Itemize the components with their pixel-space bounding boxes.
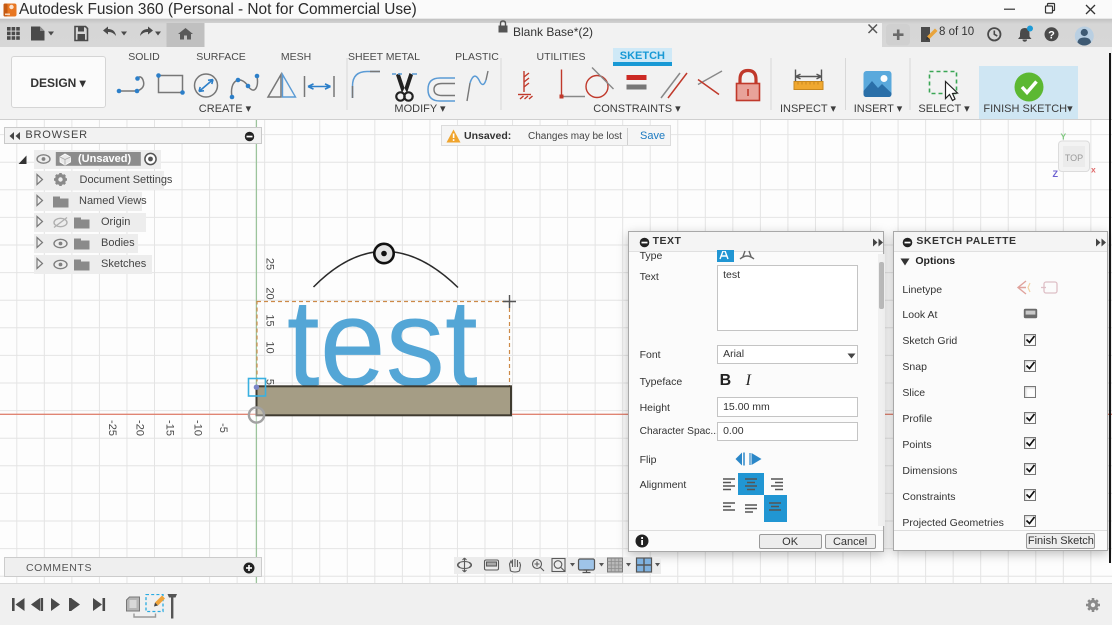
svg-text:Y: Y [1061, 132, 1067, 142]
svg-text:5: 5 [264, 379, 276, 385]
svg-text:-10: -10 [191, 420, 203, 436]
svg-text:x: x [1091, 165, 1096, 175]
svg-text:TOP: TOP [1065, 153, 1083, 163]
svg-text:Z: Z [1053, 169, 1059, 179]
svg-text:-15: -15 [163, 420, 175, 436]
svg-text:15: 15 [264, 314, 276, 326]
svg-text:-25: -25 [106, 420, 118, 436]
svg-text:-5: -5 [217, 423, 229, 433]
svg-text:?: ? [1048, 29, 1055, 41]
svg-text:-20: -20 [134, 420, 146, 436]
svg-text:10: 10 [264, 341, 276, 353]
